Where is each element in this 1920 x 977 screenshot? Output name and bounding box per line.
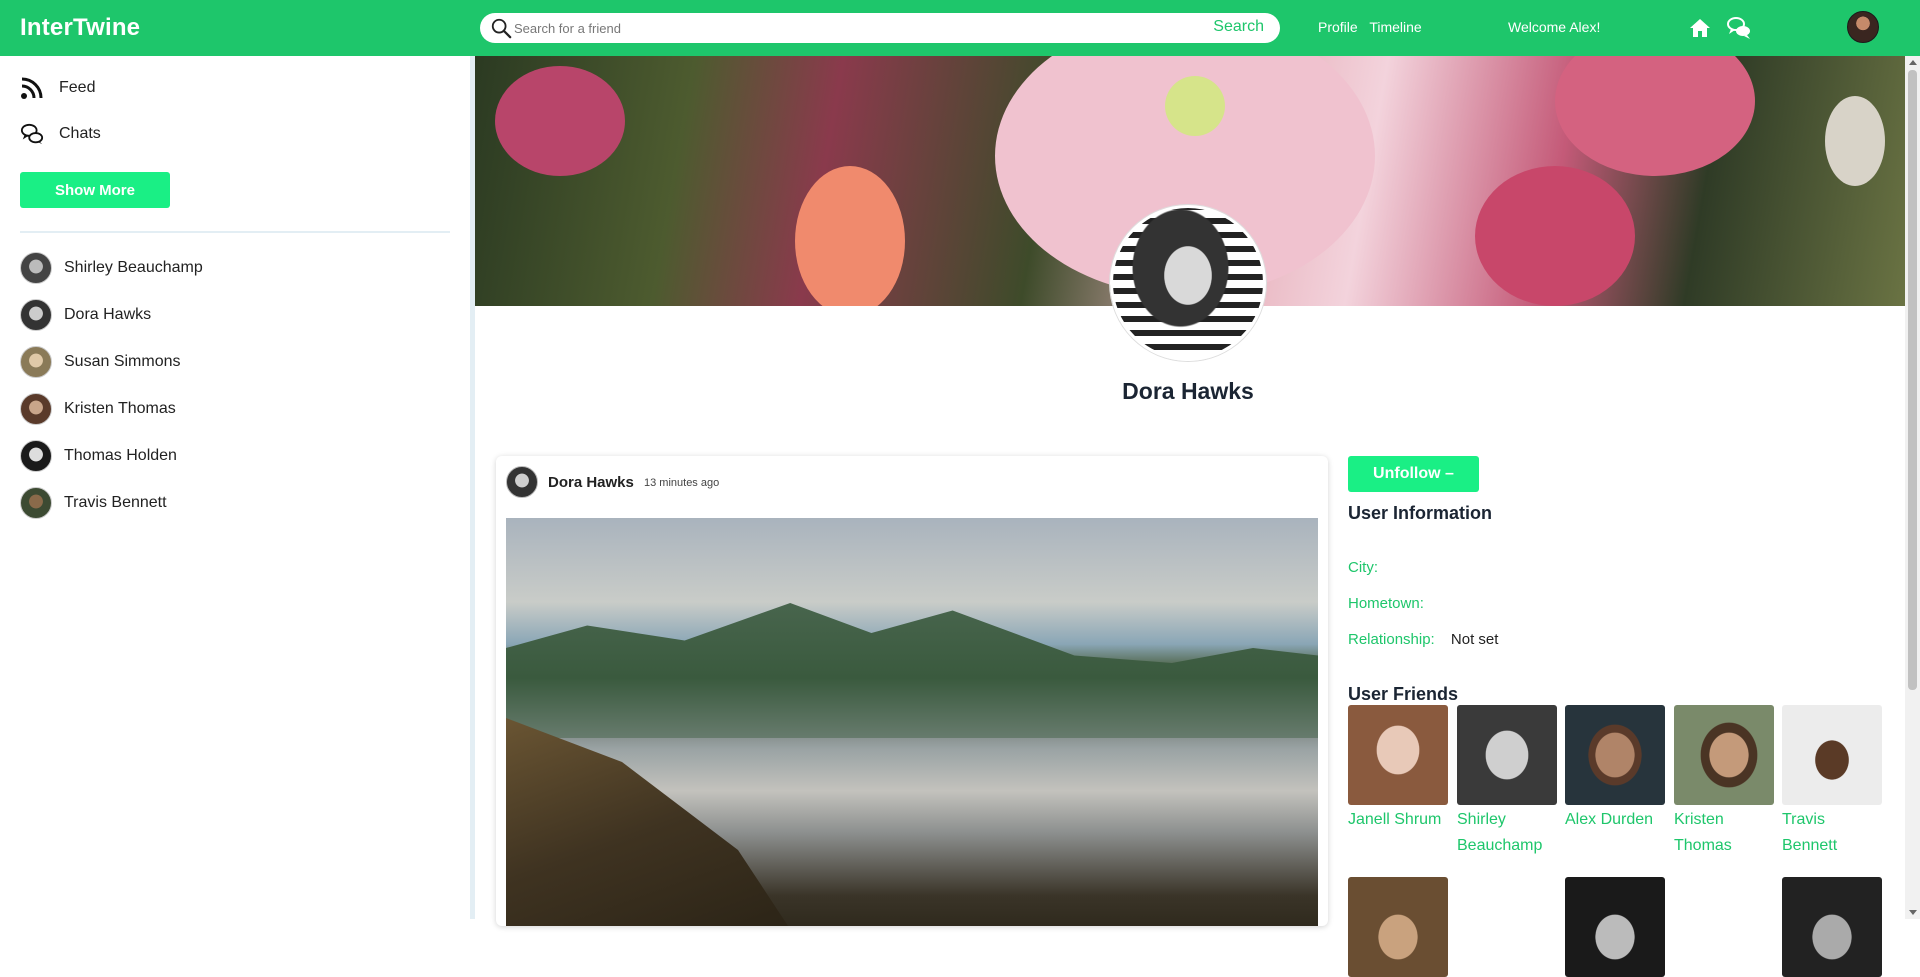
friend-card-janell[interactable]: Janell Shrum — [1348, 705, 1448, 833]
friend-name: Shirley Beauchamp — [64, 259, 203, 276]
info-relationship: Relationship: Not set — [1348, 631, 1498, 648]
friend-name-line: Alex Durden — [1565, 811, 1654, 828]
avatar — [20, 252, 52, 284]
friend-photo — [1782, 877, 1882, 977]
friend-name[interactable]: Shirley Beauchamp — [1457, 807, 1557, 859]
friend-name: Susan Simmons — [64, 353, 181, 370]
friend-card-partial[interactable] — [1565, 877, 1665, 977]
friend-name-line: Kristen — [1674, 811, 1724, 828]
friend-name: Dora Hawks — [64, 306, 152, 323]
scroll-up-arrow-icon[interactable] — [1909, 60, 1917, 65]
home-icon[interactable] — [1688, 16, 1712, 40]
avatar — [20, 299, 52, 331]
chat-icon[interactable] — [1726, 15, 1752, 41]
friend-photo — [1457, 705, 1557, 805]
friend-name-line: Beauchamp — [1457, 837, 1543, 854]
avatar — [20, 346, 52, 378]
friend-photo — [1565, 705, 1665, 805]
nav-profile-link[interactable]: Profile — [1318, 19, 1358, 35]
divider — [20, 231, 450, 233]
friend-card-alex[interactable]: Alex Durden — [1565, 705, 1665, 833]
info-hometown-label: Hometown: — [1348, 595, 1424, 612]
avatar — [20, 393, 52, 425]
top-navbar: InterTwine Search Profile Timeline Welco… — [0, 0, 1920, 56]
friend-photo — [1782, 705, 1882, 805]
post-image-shore — [506, 718, 796, 926]
friend-photo — [1674, 705, 1774, 805]
friend-name-line: Thomas — [1674, 837, 1732, 854]
post-author-name[interactable]: Dora Hawks — [548, 474, 634, 491]
post-timestamp: 13 minutes ago — [644, 477, 720, 489]
sidebar-item-label: Chats — [59, 125, 101, 142]
profile-name: Dora Hawks — [1122, 378, 1254, 404]
friend-card-travis[interactable]: Travis Bennett — [1782, 705, 1882, 859]
chat-icon — [20, 123, 44, 145]
friend-name[interactable]: Janell Shrum — [1348, 807, 1448, 833]
sidebar-friend-travis[interactable]: Travis Bennett — [20, 487, 167, 519]
sidebar-item-label: Feed — [59, 79, 96, 96]
friend-card-kristen[interactable]: Kristen Thomas — [1674, 705, 1774, 859]
post-image-mountains — [506, 603, 1318, 738]
friend-name-line: Shirley — [1457, 811, 1506, 828]
sidebar-item-feed[interactable]: Feed — [20, 76, 95, 100]
info-relationship-label: Relationship: — [1348, 631, 1435, 648]
friend-photo — [1348, 705, 1448, 805]
friend-photo — [1565, 877, 1665, 977]
friend-name-line: Travis — [1782, 811, 1825, 828]
info-city-label: City: — [1348, 559, 1378, 576]
sidebar-friend-shirley[interactable]: Shirley Beauchamp — [20, 252, 203, 284]
info-hometown: Hometown: — [1348, 595, 1424, 612]
friend-name[interactable]: Alex Durden — [1565, 807, 1665, 833]
search-icon — [491, 18, 512, 39]
avatar — [20, 487, 52, 519]
unfollow-button[interactable]: Unfollow – — [1348, 456, 1479, 492]
welcome-text: Welcome Alex! — [1508, 19, 1601, 35]
sidebar-friend-thomas[interactable]: Thomas Holden — [20, 440, 177, 472]
user-avatar[interactable] — [1847, 11, 1879, 43]
scroll-down-arrow-icon[interactable] — [1909, 910, 1917, 915]
nav-timeline-link[interactable]: Timeline — [1369, 19, 1421, 35]
info-relationship-value: Not set — [1450, 631, 1499, 648]
friend-name[interactable]: Kristen Thomas — [1674, 807, 1774, 859]
post-image[interactable] — [506, 518, 1318, 926]
friend-card-partial[interactable] — [1348, 877, 1448, 977]
friend-name-line: Bennett — [1782, 837, 1838, 854]
sidebar-friend-kristen[interactable]: Kristen Thomas — [20, 393, 176, 425]
app-logo[interactable]: InterTwine — [20, 14, 140, 42]
rss-icon — [21, 77, 43, 99]
search-button[interactable]: Search — [1213, 18, 1264, 36]
sidebar-item-chats[interactable]: Chats — [20, 122, 101, 146]
friend-name: Kristen Thomas — [64, 400, 176, 417]
friend-name: Travis Bennett — [64, 494, 167, 511]
friend-card-partial[interactable] — [1782, 877, 1882, 977]
friend-name-line: Janell Shrum — [1348, 811, 1442, 828]
show-more-button[interactable]: Show More — [20, 172, 170, 208]
sidebar-friend-dora[interactable]: Dora Hawks — [20, 299, 151, 331]
user-friends-heading: User Friends — [1348, 684, 1459, 704]
page-scrollbar[interactable] — [1905, 56, 1920, 919]
top-nav-links: Profile Timeline — [1318, 19, 1430, 35]
sidebar-friend-susan[interactable]: Susan Simmons — [20, 346, 181, 378]
info-city: City: — [1348, 559, 1378, 576]
post-author-avatar[interactable] — [506, 466, 538, 498]
sidebar: Feed Chats Show More Shirley Beauchamp D… — [0, 56, 470, 919]
user-information-heading: User Information — [1348, 503, 1493, 523]
friend-name: Thomas Holden — [64, 447, 177, 464]
search-input[interactable] — [514, 17, 1154, 39]
avatar — [20, 440, 52, 472]
profile-avatar — [1110, 205, 1266, 361]
friend-name[interactable]: Travis Bennett — [1782, 807, 1882, 859]
friend-photo — [1348, 877, 1448, 977]
post-card: Dora Hawks 13 minutes ago — [496, 456, 1328, 926]
search-bar: Search — [480, 13, 1280, 43]
friend-card-shirley[interactable]: Shirley Beauchamp — [1457, 705, 1557, 859]
scrollbar-thumb[interactable] — [1908, 70, 1917, 690]
